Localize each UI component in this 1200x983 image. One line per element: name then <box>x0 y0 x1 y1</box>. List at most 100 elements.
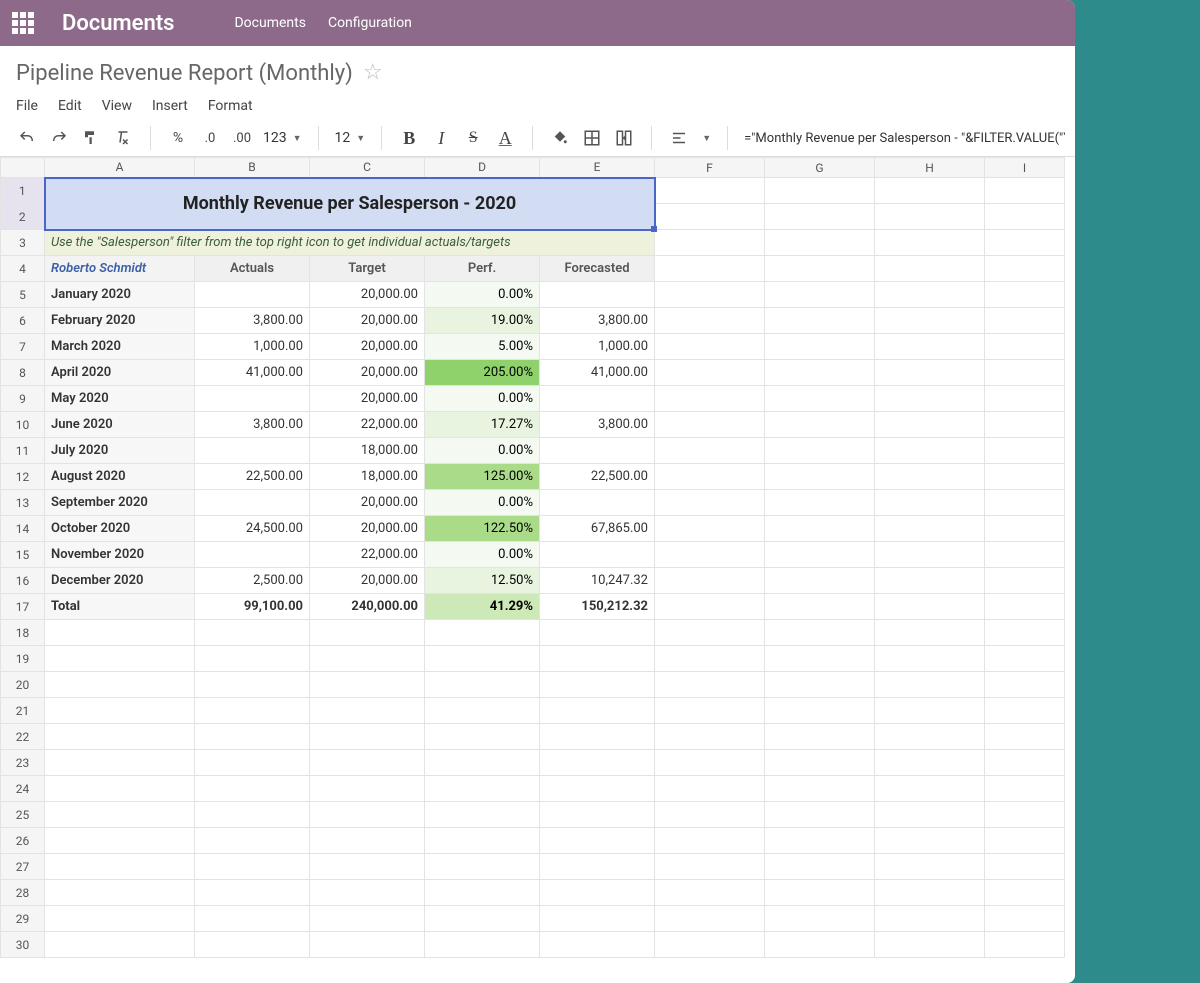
cell[interactable] <box>875 724 985 750</box>
perf-cell[interactable]: 0.00% <box>425 282 540 308</box>
col-header-A[interactable]: A <box>45 158 195 178</box>
cell[interactable] <box>655 178 765 204</box>
target-cell[interactable]: 20,000.00 <box>310 568 425 594</box>
col-header-B[interactable]: B <box>195 158 310 178</box>
forecast-cell[interactable]: 3,800.00 <box>540 412 655 438</box>
cell[interactable] <box>540 854 655 880</box>
cell[interactable] <box>655 828 765 854</box>
cell[interactable] <box>655 724 765 750</box>
cell[interactable] <box>655 308 765 334</box>
cell[interactable] <box>875 464 985 490</box>
cell[interactable] <box>425 672 540 698</box>
decrease-decimal-button[interactable]: .0 <box>199 127 221 149</box>
cell[interactable] <box>985 620 1065 646</box>
col-subheader-0[interactable]: Actuals <box>195 256 310 282</box>
hint-cell[interactable]: Use the "Salesperson" filter from the to… <box>45 230 655 256</box>
cell[interactable] <box>655 906 765 932</box>
cell[interactable] <box>655 672 765 698</box>
row-header-14[interactable]: 14 <box>1 516 45 542</box>
cell[interactable] <box>310 724 425 750</box>
cell[interactable] <box>875 516 985 542</box>
cell[interactable] <box>765 542 875 568</box>
cell[interactable] <box>765 698 875 724</box>
clear-format-icon[interactable] <box>112 127 134 149</box>
col-header-D[interactable]: D <box>425 158 540 178</box>
cell[interactable] <box>425 620 540 646</box>
cell[interactable] <box>875 490 985 516</box>
col-header-I[interactable]: I <box>985 158 1065 178</box>
menu-edit[interactable]: Edit <box>58 98 82 114</box>
actuals-cell[interactable]: 24,500.00 <box>195 516 310 542</box>
cell[interactable] <box>310 880 425 906</box>
cell[interactable] <box>655 594 765 620</box>
row-header-21[interactable]: 21 <box>1 698 45 724</box>
col-header-F[interactable]: F <box>655 158 765 178</box>
cell[interactable] <box>310 906 425 932</box>
cell[interactable] <box>765 672 875 698</box>
actuals-cell[interactable] <box>195 438 310 464</box>
cell[interactable] <box>765 178 875 204</box>
merge-cells-icon[interactable] <box>613 127 635 149</box>
cell[interactable] <box>195 620 310 646</box>
cell[interactable] <box>425 854 540 880</box>
cell[interactable] <box>875 932 985 958</box>
cell[interactable] <box>655 542 765 568</box>
cell[interactable] <box>45 932 195 958</box>
cell[interactable] <box>985 594 1065 620</box>
cell[interactable] <box>985 750 1065 776</box>
cell[interactable] <box>655 360 765 386</box>
row-header-15[interactable]: 15 <box>1 542 45 568</box>
formula-bar[interactable]: ="Monthly Revenue per Salesperson - "&FI… <box>738 129 1065 148</box>
cell[interactable] <box>655 230 765 256</box>
actuals-cell[interactable] <box>195 282 310 308</box>
row-header-10[interactable]: 10 <box>1 412 45 438</box>
row-header-12[interactable]: 12 <box>1 464 45 490</box>
cell[interactable] <box>540 724 655 750</box>
cell[interactable] <box>875 412 985 438</box>
cell[interactable] <box>45 828 195 854</box>
cell[interactable] <box>765 204 875 230</box>
target-cell[interactable]: 20,000.00 <box>310 516 425 542</box>
cell[interactable] <box>655 854 765 880</box>
nav-configuration[interactable]: Configuration <box>328 15 412 31</box>
actuals-cell[interactable] <box>195 386 310 412</box>
cell[interactable] <box>875 672 985 698</box>
cell[interactable] <box>985 880 1065 906</box>
target-cell[interactable]: 18,000.00 <box>310 438 425 464</box>
cell[interactable] <box>765 282 875 308</box>
cell[interactable] <box>875 308 985 334</box>
month-cell[interactable]: October 2020 <box>45 516 195 542</box>
target-cell[interactable]: 20,000.00 <box>310 282 425 308</box>
perf-cell[interactable]: 0.00% <box>425 386 540 412</box>
cell[interactable] <box>655 646 765 672</box>
cell[interactable] <box>765 594 875 620</box>
spreadsheet-grid[interactable]: ABCDEFGHI1Monthly Revenue per Salesperso… <box>0 157 1075 983</box>
cell[interactable] <box>765 568 875 594</box>
cell[interactable] <box>195 802 310 828</box>
cell[interactable] <box>310 854 425 880</box>
cell[interactable] <box>765 438 875 464</box>
total-target-cell[interactable]: 240,000.00 <box>310 594 425 620</box>
cell[interactable] <box>195 750 310 776</box>
row-header-5[interactable]: 5 <box>1 282 45 308</box>
fill-color-icon[interactable] <box>549 127 571 149</box>
cell[interactable] <box>655 412 765 438</box>
align-caret-icon[interactable]: ▼ <box>702 133 711 144</box>
cell[interactable] <box>310 802 425 828</box>
cell[interactable] <box>425 932 540 958</box>
cell[interactable] <box>985 360 1065 386</box>
cell[interactable] <box>985 776 1065 802</box>
cell[interactable] <box>875 542 985 568</box>
row-header-27[interactable]: 27 <box>1 854 45 880</box>
align-dropdown-icon[interactable] <box>668 127 690 149</box>
col-header-H[interactable]: H <box>875 158 985 178</box>
cell[interactable] <box>310 620 425 646</box>
cell[interactable] <box>310 932 425 958</box>
row-header-4[interactable]: 4 <box>1 256 45 282</box>
cell[interactable] <box>765 490 875 516</box>
cell[interactable] <box>655 932 765 958</box>
italic-button[interactable]: I <box>430 127 452 149</box>
menu-file[interactable]: File <box>16 98 38 114</box>
cell[interactable] <box>875 854 985 880</box>
redo-icon[interactable] <box>48 127 70 149</box>
